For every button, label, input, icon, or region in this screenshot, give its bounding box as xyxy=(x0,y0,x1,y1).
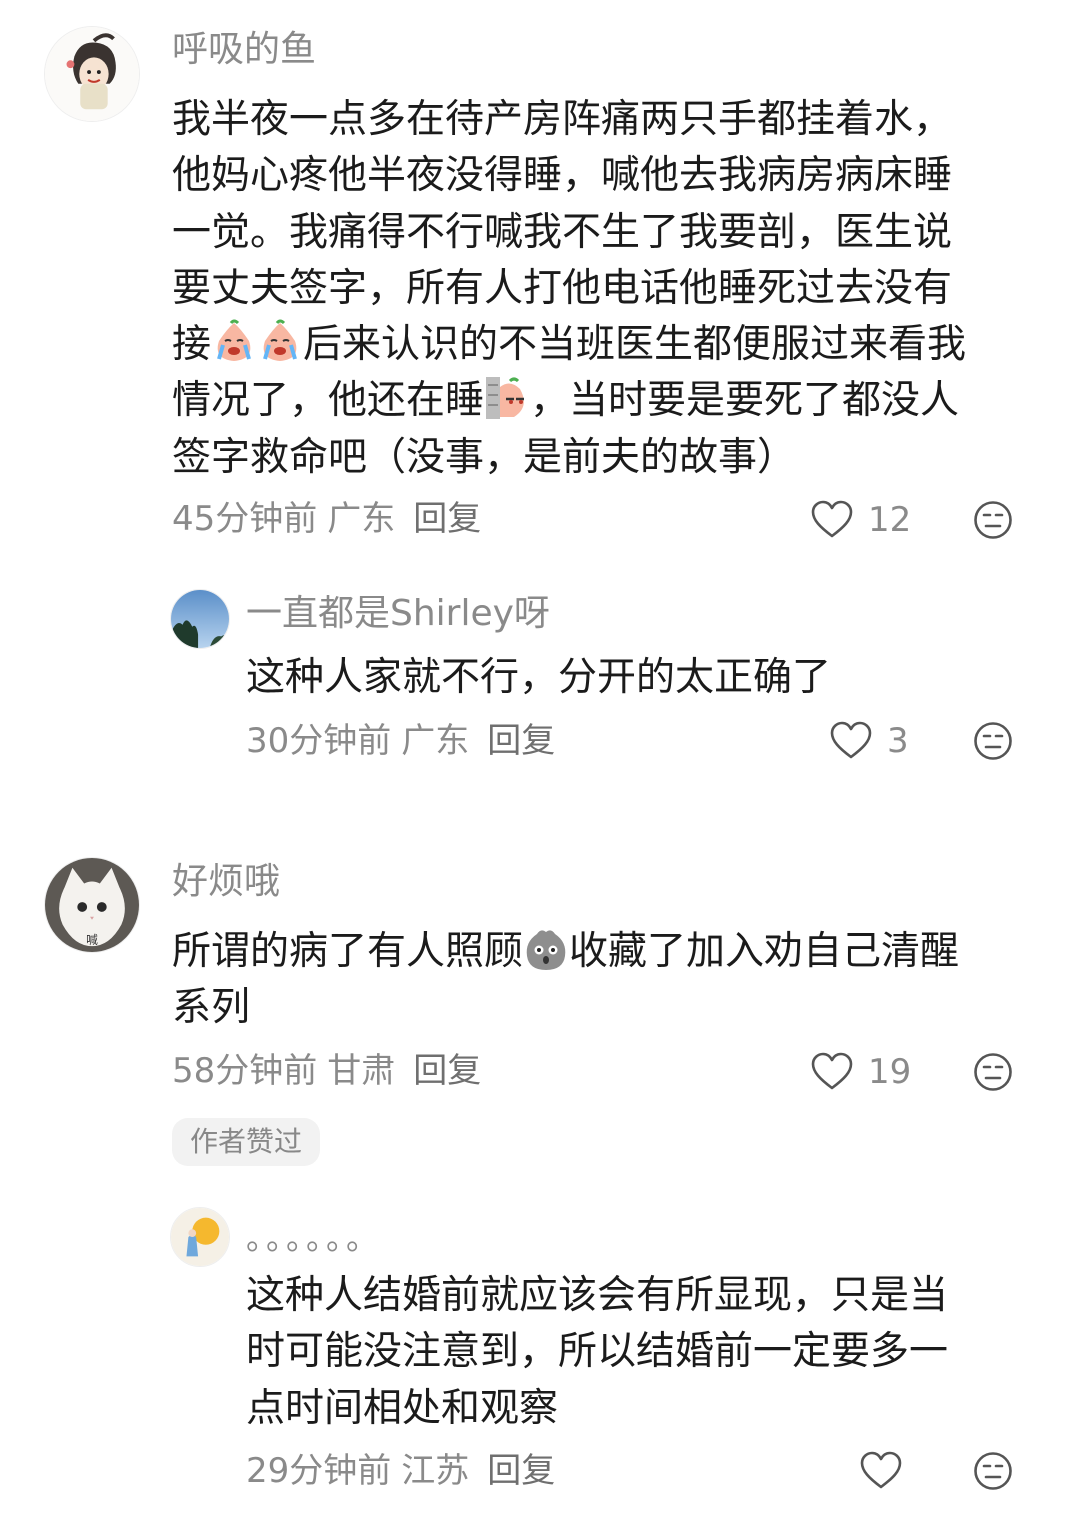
comment-username[interactable]: 。。。。。。 xyxy=(246,1222,382,1254)
comment-time: 45分钟前 xyxy=(172,499,318,539)
comment-text-line: 点时间相处和观察 xyxy=(246,1385,559,1431)
heart-outline-icon xyxy=(810,500,854,540)
heart-outline-icon xyxy=(829,721,873,761)
dislike-button[interactable] xyxy=(973,1052,1013,1092)
dislike-button[interactable] xyxy=(973,500,1013,540)
comment-text-line: 系列 xyxy=(172,985,251,1031)
avatar-label: 喊 xyxy=(86,933,98,947)
comment-time: 30分钟前 xyxy=(246,721,392,761)
reply-button[interactable]: 回复 xyxy=(413,499,481,539)
comment-text-segment: 收藏了加入劝自己清醒 xyxy=(569,929,960,974)
comment-text-line: 这种人结婚前就应该会有所显现，只是当 xyxy=(246,1273,949,1318)
comment-text-segment: 接 xyxy=(172,322,212,368)
crying-emoji xyxy=(257,319,303,365)
comment-text-line: 他妈心疼他半夜没得睡，喊他去我病房病床睡 xyxy=(172,153,953,199)
comment-text-segment: ，当时要是要死了都没人 xyxy=(530,378,960,424)
comment-meta: 29分钟前 江苏 回复 xyxy=(246,1454,565,1488)
comment-text: 所谓的病了有人照顾 收藏了加入劝自己清醒 系列 xyxy=(172,924,1042,1037)
heart-outline-icon xyxy=(859,1451,903,1491)
comment-text-line: 签字救命吧（没事，是前夫的故事） xyxy=(172,434,797,480)
comment-location: 甘肃 xyxy=(327,1051,396,1091)
shocked-blob-emoji xyxy=(523,926,569,972)
neutral-face-icon xyxy=(974,1053,1012,1091)
comment-location: 广东 xyxy=(327,499,396,539)
user-avatar[interactable] xyxy=(44,26,140,122)
like-count: 12 xyxy=(868,500,912,540)
comment-username[interactable]: 好烦哦 xyxy=(172,864,280,900)
comment-location: 广东 xyxy=(401,721,470,761)
comment-meta: 30分钟前 广东 回复 xyxy=(246,724,565,758)
comment-text-segment: 后来认识的不当班医生都便服过来看我 xyxy=(303,322,967,368)
neutral-face-icon xyxy=(974,722,1012,760)
comment-meta: 58分钟前 甘肃 回复 xyxy=(172,1054,491,1088)
comment-text-line: 我半夜一点多在待产房阵痛两只手都挂着水， xyxy=(172,97,953,142)
sky-photo-icon xyxy=(171,590,229,648)
comment-text-line: 情况了，他还在睡 ，当时要是要死了都没人 xyxy=(172,373,1042,429)
cartoon-character-icon xyxy=(45,27,139,121)
comment-username[interactable]: 一直都是Shirley呀 xyxy=(246,596,550,632)
like-button[interactable]: 3 xyxy=(829,721,909,761)
like-count: 19 xyxy=(868,1052,912,1092)
author-liked-badge: 作者赞过 xyxy=(172,1118,321,1166)
comment-text-segment: 所谓的病了有人照顾 xyxy=(172,929,524,974)
comment-text: 我半夜一点多在待产房阵痛两只手都挂着水， 他妈心疼他半夜没得睡，喊他去我病房病床… xyxy=(172,92,1042,486)
comment-text-line: 接 后来认识的不当班医生都便服过来看我 xyxy=(172,317,1042,373)
user-avatar[interactable]: 喊 xyxy=(44,857,140,953)
reply-button[interactable]: 回复 xyxy=(413,1051,481,1091)
like-button[interactable]: 12 xyxy=(810,500,911,540)
user-avatar[interactable] xyxy=(170,589,230,649)
peeking-emoji xyxy=(484,375,530,421)
comment-meta: 45分钟前 广东 回复 xyxy=(172,502,491,536)
dislike-button[interactable] xyxy=(973,721,1013,761)
reply-button[interactable]: 回复 xyxy=(487,1451,555,1491)
like-count: 3 xyxy=(887,721,909,761)
comment-text-line: 要丈夫签字，所有人打他电话他睡死过去没有 xyxy=(172,265,953,311)
user-avatar[interactable] xyxy=(170,1207,230,1267)
sun-illustration-icon xyxy=(171,1208,229,1266)
comment-username[interactable]: 呼吸的鱼 xyxy=(172,32,316,68)
neutral-face-icon xyxy=(974,1452,1012,1490)
crying-emoji xyxy=(211,319,257,365)
like-button[interactable] xyxy=(859,1451,903,1491)
neutral-face-icon xyxy=(974,501,1012,539)
comment-text-line: 时可能没注意到，所以结婚前一定要多一 xyxy=(246,1329,949,1375)
comment-text: 这种人家就不行，分开的太正确了 xyxy=(246,655,832,700)
white-cat-icon: 喊 xyxy=(45,858,139,952)
dislike-button[interactable] xyxy=(973,1451,1013,1491)
comment-text-segment: 情况了，他还在睡 xyxy=(172,378,485,424)
comment-text-line: 所谓的病了有人照顾 收藏了加入劝自己清醒 xyxy=(172,924,1042,980)
comment-text: 这种人结婚前就应该会有所显现，只是当 时可能没注意到，所以结婚前一定要多一 点时… xyxy=(246,1268,1036,1437)
comment-text-line: 一觉。我痛得不行喊我不生了我要剖，医生说 xyxy=(172,209,953,255)
like-button[interactable]: 19 xyxy=(810,1052,911,1092)
heart-outline-icon xyxy=(810,1052,854,1092)
reply-button[interactable]: 回复 xyxy=(487,721,555,761)
comment-time: 29分钟前 xyxy=(246,1451,392,1491)
comment-time: 58分钟前 xyxy=(172,1051,318,1091)
comment-location: 江苏 xyxy=(401,1451,470,1491)
